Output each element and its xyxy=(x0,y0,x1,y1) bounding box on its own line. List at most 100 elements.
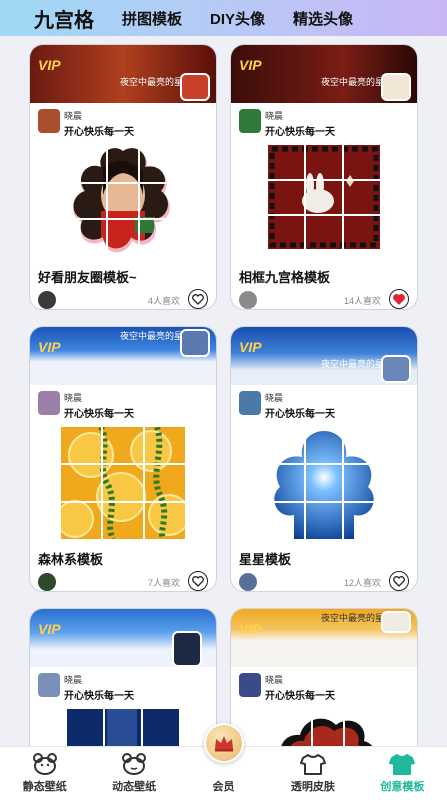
vip-badge: VIP xyxy=(38,339,61,355)
card-footer: 12人喜欢 xyxy=(231,567,417,591)
like-count: 7人喜欢 xyxy=(147,578,180,588)
template-preview xyxy=(30,145,216,261)
tshirt-filled-icon xyxy=(389,754,416,775)
card-banner: VIP 夜空中最亮的星 xyxy=(30,327,216,385)
banner-slogan: 夜空中最亮的星 xyxy=(120,77,184,87)
banner-avatar xyxy=(180,73,210,101)
vip-badge: VIP xyxy=(239,339,262,355)
nav-label: 创意模板 xyxy=(380,781,425,793)
nav-creative-template[interactable]: 创意模板 xyxy=(358,747,447,800)
author-avatar xyxy=(239,291,257,309)
author-avatar xyxy=(239,573,257,591)
like-button[interactable] xyxy=(188,289,208,309)
banner-avatar xyxy=(381,611,411,633)
template-card[interactable]: VIP 夜空中最亮的星 晓晨 开心快乐每一天 xyxy=(230,608,418,746)
nav-transparent-skin[interactable]: 透明皮肤 xyxy=(268,747,357,800)
heart-outline-icon xyxy=(393,575,405,587)
banner-slogan: 夜空中最亮的星 xyxy=(120,331,184,341)
user-motto: 开心快乐每一天 xyxy=(265,691,335,702)
avatar xyxy=(239,673,261,697)
user-motto: 开心快乐每一天 xyxy=(265,127,335,138)
template-preview xyxy=(30,427,216,543)
banner-slogan: 夜空中最亮的星 xyxy=(321,77,385,87)
bottom-nav: 静态壁纸 动态壁纸 会员 透明皮肤 创意模板 xyxy=(0,723,447,800)
like-button[interactable] xyxy=(389,571,409,591)
tshirt-icon xyxy=(299,754,326,775)
heart-outline-icon xyxy=(192,293,204,305)
bear-icon xyxy=(32,753,57,775)
card-user-row: 晓晨 开心快乐每一天 xyxy=(30,389,216,427)
banner-avatar xyxy=(381,73,411,101)
template-card[interactable]: VIP 夜空中最亮的星 晓晨 开心快乐每一天 相框九宫格模板 14人喜欢 xyxy=(230,44,418,310)
avatar xyxy=(38,109,60,133)
template-preview xyxy=(231,145,417,261)
vip-badge: VIP xyxy=(38,57,61,73)
nav-label: 透明皮肤 xyxy=(290,781,335,793)
membership-bubble[interactable] xyxy=(203,723,244,763)
avatar xyxy=(38,391,60,415)
template-title: 相框九宫格模板 xyxy=(239,270,331,285)
user-motto: 开心快乐每一天 xyxy=(64,409,134,420)
bear-outline-icon xyxy=(122,753,147,775)
avatar xyxy=(38,673,60,697)
vip-badge: VIP xyxy=(239,621,262,637)
like-button[interactable] xyxy=(188,571,208,591)
top-tab-bar: 九宫格 拼图模板 DIY头像 精选头像 xyxy=(0,0,447,36)
nav-static-wallpaper[interactable]: 静态壁纸 xyxy=(0,747,89,800)
user-motto: 开心快乐每一天 xyxy=(64,691,134,702)
tab-diy-avatar[interactable]: DIY头像 xyxy=(210,8,265,29)
like-count: 4人喜欢 xyxy=(147,296,180,306)
cloud-puzzle-image xyxy=(268,427,380,539)
banner-slogan: 夜空中最亮的星 xyxy=(321,613,385,623)
card-user-row: 晓晨 开心快乐每一天 xyxy=(30,671,216,709)
template-card[interactable]: VIP 夜空中最亮的星 晓晨 开心快乐每一天 好看朋友圈模板~ 4人喜欢 xyxy=(29,44,217,310)
like-count: 12人喜欢 xyxy=(343,578,381,588)
crown-icon xyxy=(214,736,233,752)
avatar xyxy=(239,109,261,133)
tab-featured-avatar[interactable]: 精选头像 xyxy=(293,8,353,29)
card-user-row: 晓晨 开心快乐每一天 xyxy=(231,389,417,427)
template-preview xyxy=(30,709,216,746)
author-avatar xyxy=(38,291,56,309)
nav-dynamic-wallpaper[interactable]: 动态壁纸 xyxy=(89,747,178,800)
tab-puzzle-template[interactable]: 拼图模板 xyxy=(122,8,182,29)
banner-avatar xyxy=(381,355,411,383)
nav-membership[interactable]: 会员 xyxy=(179,723,268,800)
user-name: 晓晨 xyxy=(265,393,284,403)
template-title: 森林系模板 xyxy=(38,552,104,567)
user-name: 晓晨 xyxy=(64,393,83,403)
user-motto: 开心快乐每一天 xyxy=(64,127,134,138)
like-count: 14人喜欢 xyxy=(343,296,381,306)
user-name: 晓晨 xyxy=(265,675,284,685)
vip-badge: VIP xyxy=(239,57,262,73)
card-footer: 7人喜欢 xyxy=(30,567,216,591)
like-button[interactable] xyxy=(389,289,409,309)
card-banner: VIP xyxy=(30,609,216,667)
template-preview xyxy=(231,427,417,543)
vip-badge: VIP xyxy=(38,621,61,637)
heart-filled-icon xyxy=(393,293,405,305)
author-avatar xyxy=(38,573,56,591)
avatar xyxy=(239,391,261,415)
card-banner: VIP 夜空中最亮的星 xyxy=(231,45,417,103)
sky-puzzle-image xyxy=(67,709,179,746)
nav-label: 会员 xyxy=(212,781,235,793)
nav-label: 静态壁纸 xyxy=(22,781,67,793)
red-flower-puzzle-image xyxy=(281,709,373,746)
banner-avatar xyxy=(180,329,210,357)
card-user-row: 晓晨 开心快乐每一天 xyxy=(231,671,417,709)
template-card[interactable]: VIP 夜空中最亮的星 晓晨 开心快乐每一天 星星模板 12人喜欢 xyxy=(230,326,418,592)
card-banner: VIP 夜空中最亮的星 xyxy=(30,45,216,103)
template-card[interactable]: VIP 晓晨 开心快乐每一天 xyxy=(29,608,217,746)
card-banner: VIP 夜空中最亮的星 xyxy=(231,609,417,667)
banner-slogan: 夜空中最亮的星 xyxy=(321,359,385,369)
card-footer: 4人喜欢 xyxy=(30,285,216,309)
template-preview xyxy=(231,709,417,746)
template-title: 好看朋友圈模板~ xyxy=(38,270,137,285)
tab-nine-grid[interactable]: 九宫格 xyxy=(30,4,98,35)
user-name: 晓晨 xyxy=(64,111,83,121)
template-card[interactable]: VIP 夜空中最亮的星 晓晨 开心快乐每一天 森林系模板 7人喜欢 xyxy=(29,326,217,592)
nav-label: 动态壁纸 xyxy=(112,781,157,793)
card-user-row: 晓晨 开心快乐每一天 xyxy=(30,107,216,145)
user-motto: 开心快乐每一天 xyxy=(265,409,335,420)
